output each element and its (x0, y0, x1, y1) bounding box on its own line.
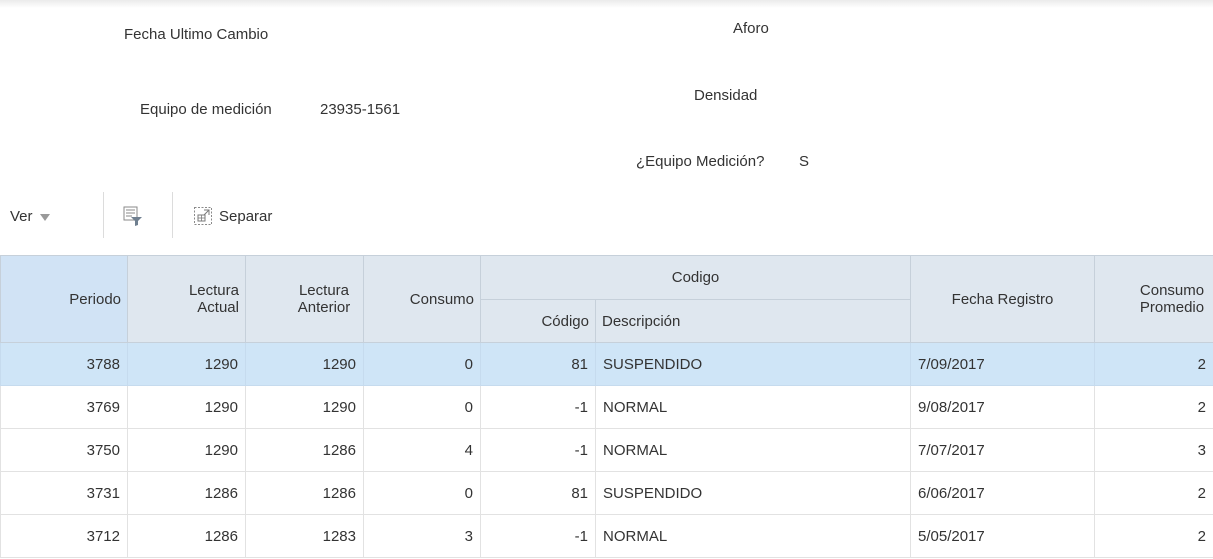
cell-periodo: 3750 (0, 428, 128, 472)
query-filter-button[interactable] (122, 190, 144, 242)
cell-consumo: 4 (363, 428, 481, 472)
cell-consumo-promedio: 2 (1094, 514, 1213, 558)
cell-descripcion: NORMAL (594, 428, 912, 472)
toolbar-divider (103, 192, 104, 238)
cell-codigo: -1 (480, 514, 596, 558)
table-row[interactable]: 3731 1286 1286 0 81 SUSPENDIDO 6/06/2017… (0, 471, 1213, 515)
cell-consumo: 3 (363, 514, 481, 558)
cell-periodo: 3769 (0, 385, 128, 429)
top-shadow (0, 0, 1213, 8)
column-header-periodo[interactable]: Periodo (0, 255, 128, 343)
cell-lectura-actual: 1290 (127, 342, 246, 386)
toolbar-divider (172, 192, 173, 238)
cell-periodo: 3712 (0, 514, 128, 558)
detach-icon (194, 207, 212, 225)
filter-icon (123, 206, 142, 226)
chevron-down-icon (39, 213, 50, 221)
cell-lectura-anterior: 1290 (245, 385, 364, 429)
column-group-codigo: Codigo (479, 255, 912, 300)
cell-consumo: 0 (363, 471, 481, 515)
cell-fecha-registro: 7/07/2017 (910, 428, 1096, 472)
cell-periodo: 3731 (0, 471, 128, 515)
column-header-lectura-actual[interactable]: Lectura Actual (127, 255, 246, 343)
separar-button[interactable]: Separar (193, 190, 272, 242)
cell-codigo: 81 (480, 342, 596, 386)
table-row[interactable]: 3712 1286 1283 3 -1 NORMAL 5/05/2017 2 (0, 514, 1213, 558)
cell-lectura-anterior: 1283 (245, 514, 364, 558)
cell-descripcion: SUSPENDIDO (594, 342, 912, 386)
cell-consumo-promedio: 3 (1094, 428, 1213, 472)
cell-descripcion: NORMAL (594, 385, 912, 429)
aforo-label: Aforo (733, 20, 769, 37)
cell-codigo: -1 (480, 428, 596, 472)
equipo-medicion-flag-label: ¿Equipo Medición? (636, 153, 765, 170)
ver-label: Ver (10, 207, 33, 225)
cell-descripcion: NORMAL (594, 514, 912, 558)
table-row[interactable]: 3750 1290 1286 4 -1 NORMAL 7/07/2017 3 (0, 428, 1213, 472)
cell-fecha-registro: 5/05/2017 (910, 514, 1096, 558)
cell-descripcion: SUSPENDIDO (594, 471, 912, 515)
cell-lectura-actual: 1290 (127, 428, 246, 472)
cell-fecha-registro: 6/06/2017 (910, 471, 1096, 515)
cell-consumo: 0 (363, 385, 481, 429)
ver-menu-button[interactable]: Ver (10, 190, 50, 242)
cell-lectura-anterior: 1286 (245, 428, 364, 472)
cell-codigo: -1 (480, 385, 596, 429)
table-row[interactable]: 3769 1290 1290 0 -1 NORMAL 9/08/2017 2 (0, 385, 1213, 429)
cell-lectura-anterior: 1286 (245, 471, 364, 515)
column-header-descripcion[interactable]: Descripción (594, 299, 912, 343)
column-header-consumo[interactable]: Consumo (363, 255, 481, 343)
table-toolbar: Ver Separar (0, 190, 700, 242)
cell-consumo-promedio: 2 (1094, 471, 1213, 515)
cell-fecha-registro: 9/08/2017 (910, 385, 1096, 429)
cell-consumo-promedio: 2 (1094, 342, 1213, 386)
cell-consumo: 0 (363, 342, 481, 386)
cell-periodo: 3788 (0, 342, 128, 386)
cell-lectura-actual: 1290 (127, 385, 246, 429)
column-header-fecha-registro[interactable]: Fecha Registro (910, 255, 1096, 343)
equipo-medicion-flag-value: S (799, 153, 810, 170)
cell-lectura-anterior: 1290 (245, 342, 364, 386)
cell-consumo-promedio: 2 (1094, 385, 1213, 429)
separar-label: Separar (219, 207, 273, 225)
consumption-table: Periodo Lectura Actual Lectura Anterior … (0, 255, 1213, 558)
fecha-ultimo-cambio-label: Fecha Ultimo Cambio (124, 26, 269, 43)
equipo-medicion-label: Equipo de medición (140, 101, 272, 118)
column-header-codigo[interactable]: Código (480, 299, 596, 343)
densidad-label: Densidad (694, 87, 758, 104)
column-header-consumo-promedio[interactable]: Consumo Promedio (1094, 255, 1213, 343)
column-header-lectura-anterior[interactable]: Lectura Anterior (245, 255, 364, 343)
table-row[interactable]: 3788 1290 1290 0 81 SUSPENDIDO 7/09/2017… (0, 342, 1213, 386)
cell-lectura-actual: 1286 (127, 514, 246, 558)
cell-codigo: 81 (480, 471, 596, 515)
cell-lectura-actual: 1286 (127, 471, 246, 515)
cell-fecha-registro: 7/09/2017 (910, 342, 1096, 386)
equipo-medicion-value: 23935-1561 (320, 101, 401, 118)
